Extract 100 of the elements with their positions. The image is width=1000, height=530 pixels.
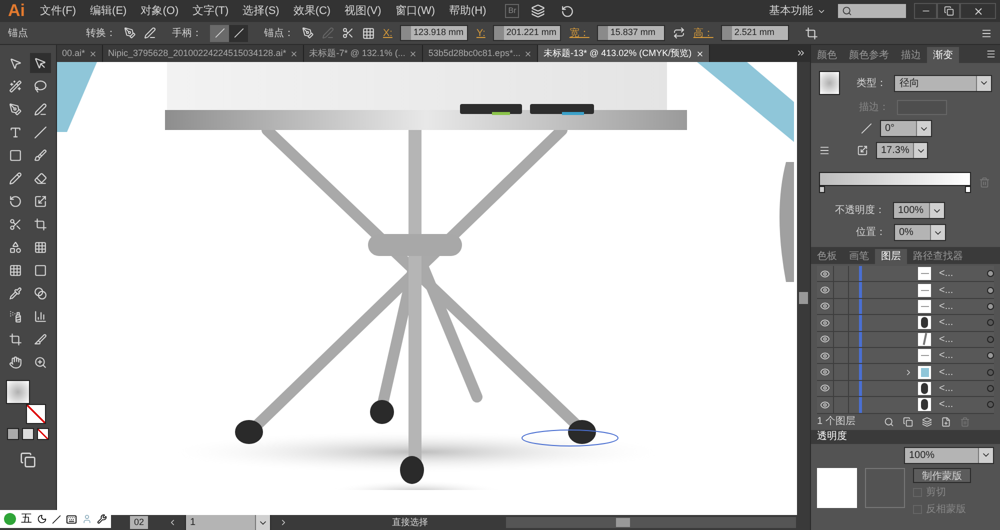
eye-icon[interactable] bbox=[820, 400, 830, 410]
close-icon[interactable] bbox=[89, 50, 98, 58]
moon-icon[interactable] bbox=[37, 514, 47, 524]
eye-icon[interactable] bbox=[820, 268, 830, 279]
panel-tab[interactable]: 色板 bbox=[811, 249, 843, 264]
eye-icon[interactable] bbox=[820, 301, 830, 312]
fill-swatch[interactable] bbox=[6, 380, 30, 404]
layer-row[interactable]: <... bbox=[817, 380, 994, 398]
layer-row[interactable]: <... bbox=[817, 397, 994, 414]
menu-item[interactable]: 选择(S) bbox=[236, 2, 286, 20]
handles-label: 手柄： bbox=[172, 26, 202, 40]
none-mode-button[interactable] bbox=[37, 428, 49, 440]
close-button[interactable] bbox=[960, 3, 996, 19]
stroke-swatch[interactable] bbox=[26, 404, 46, 424]
search-field[interactable] bbox=[838, 4, 906, 18]
reference-point-icon[interactable] bbox=[362, 26, 375, 40]
aspect-ratio-field[interactable]: 17.3% bbox=[876, 142, 928, 159]
location-field[interactable]: 0% bbox=[894, 224, 946, 241]
app-logo: Ai bbox=[7, 0, 26, 22]
eye-icon[interactable] bbox=[820, 285, 830, 296]
handle-toggle[interactable] bbox=[210, 24, 229, 42]
horizontal-scrollbar[interactable] bbox=[506, 517, 796, 528]
handle-toggle[interactable] bbox=[229, 24, 248, 42]
color-stop-icon[interactable] bbox=[965, 186, 971, 193]
panel-tab[interactable]: 描边 bbox=[895, 47, 927, 63]
transparency-opacity-field[interactable]: 100% bbox=[904, 446, 994, 464]
menu-item[interactable]: 对象(O) bbox=[134, 2, 186, 20]
layer-name: <... bbox=[939, 349, 954, 364]
page-field[interactable]: 1 bbox=[185, 514, 272, 530]
scale-icon bbox=[34, 194, 47, 208]
keyboard-icon[interactable] bbox=[66, 514, 77, 524]
zoom-field[interactable]: 02 bbox=[130, 516, 148, 530]
angle-field[interactable]: 0° bbox=[880, 120, 932, 137]
document-tab[interactable]: 00.ai* bbox=[57, 45, 104, 62]
stroke-gradient-options bbox=[897, 100, 947, 115]
panel-tab[interactable]: 颜色参考 bbox=[843, 47, 895, 63]
cut-path-icon[interactable] bbox=[342, 27, 354, 39]
tool-button[interactable] bbox=[30, 53, 51, 73]
eye-icon[interactable] bbox=[820, 350, 830, 361]
layer-row[interactable]: <... bbox=[817, 332, 994, 348]
restore-button[interactable] bbox=[937, 3, 960, 19]
menu-item[interactable]: 帮助(H) bbox=[442, 2, 494, 20]
gradient-type-dropdown[interactable]: 径向 bbox=[894, 74, 992, 92]
more-tabs-icon[interactable] bbox=[796, 48, 806, 58]
gradient-mode-button[interactable] bbox=[22, 428, 34, 440]
close-icon[interactable] bbox=[409, 50, 418, 58]
coordinate-field[interactable]: 2.521 mm bbox=[721, 25, 790, 41]
selection-type-label: 锚点 bbox=[8, 26, 29, 40]
panel-menu-icon[interactable] bbox=[986, 49, 996, 59]
eye-icon[interactable] bbox=[820, 383, 830, 394]
gradient-preview-swatch[interactable] bbox=[819, 71, 840, 95]
menu-item[interactable]: 文件(F) bbox=[33, 2, 84, 20]
pen-icon[interactable] bbox=[302, 27, 314, 39]
bridge-button[interactable]: Br bbox=[505, 4, 520, 18]
eraser-icon bbox=[34, 172, 47, 184]
menu-item[interactable]: 文字(T) bbox=[186, 2, 236, 20]
document-tab[interactable]: 未标题-13* @ 413.02% (CMYK/预览) bbox=[538, 45, 710, 62]
coordinate-field[interactable]: 15.837 mm bbox=[597, 25, 666, 41]
coordinate-field[interactable]: 123.918 mm bbox=[400, 25, 468, 41]
coordinate-label: X: bbox=[383, 26, 392, 40]
layer-row[interactable]: <... bbox=[817, 282, 994, 299]
menu-item[interactable]: 视图(V) bbox=[338, 2, 388, 20]
make-mask-button[interactable]: 制作蒙版 bbox=[913, 468, 971, 483]
panel-menu-icon[interactable] bbox=[981, 28, 992, 38]
panel-tab[interactable]: 颜色 bbox=[811, 47, 843, 63]
panel-tab[interactable]: 画笔 bbox=[843, 249, 875, 264]
opacity-field[interactable]: 100% bbox=[893, 202, 945, 219]
layer-row[interactable]: <... bbox=[817, 266, 994, 282]
vertical-scrollbar[interactable] bbox=[797, 62, 810, 515]
wrench-icon[interactable] bbox=[97, 514, 107, 524]
menu-item[interactable]: 编辑(E) bbox=[83, 2, 134, 20]
search-icon[interactable] bbox=[884, 416, 894, 427]
panel-tab[interactable]: 路径查找器 bbox=[907, 249, 969, 264]
document-tab[interactable]: Nipic_3795628_20100224224515034128.ai* bbox=[103, 45, 304, 62]
close-icon[interactable] bbox=[696, 50, 704, 58]
document-tab[interactable]: 53b5d28bc0c81.eps*... bbox=[423, 45, 538, 62]
document-tab[interactable]: 未标题-7* @ 132.1% (... bbox=[304, 45, 424, 62]
eye-icon[interactable] bbox=[820, 367, 830, 378]
color-stop-icon[interactable] bbox=[819, 186, 825, 193]
eye-icon[interactable] bbox=[820, 334, 830, 344]
layer-row[interactable]: <... bbox=[817, 348, 994, 364]
sync-icon[interactable] bbox=[561, 4, 574, 18]
close-icon[interactable] bbox=[524, 50, 532, 58]
layer-row[interactable]: <... bbox=[817, 364, 994, 381]
new-layer-icon[interactable] bbox=[941, 416, 952, 427]
type-label: 类型： bbox=[856, 76, 886, 90]
workspace-switcher[interactable]: 基本功能 bbox=[769, 2, 826, 20]
color-mode-button[interactable] bbox=[7, 428, 19, 440]
close-icon[interactable] bbox=[290, 50, 298, 58]
menu-item[interactable]: 窗口(W) bbox=[388, 2, 442, 20]
layer-row[interactable]: <... bbox=[817, 315, 994, 332]
input-mode[interactable]: 五 bbox=[21, 510, 32, 528]
new-sublayer-icon[interactable] bbox=[922, 416, 932, 427]
eye-icon[interactable] bbox=[820, 318, 830, 328]
direct-selection-arrow-icon bbox=[34, 56, 47, 70]
menu-item[interactable]: 效果(C) bbox=[286, 2, 338, 20]
coordinate-field[interactable]: 201.221 mm bbox=[493, 25, 562, 41]
panel-tab[interactable]: 图层 bbox=[875, 249, 907, 264]
layer-row[interactable]: <... bbox=[817, 298, 994, 316]
panel-tab[interactable]: 渐变 bbox=[927, 47, 959, 63]
